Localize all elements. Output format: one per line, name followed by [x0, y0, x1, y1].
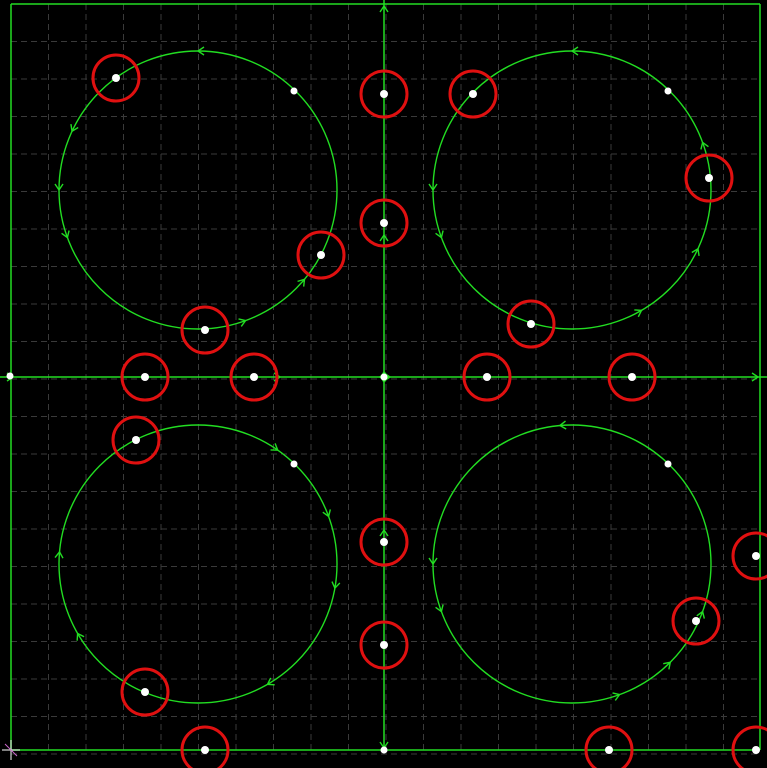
- node-point: [380, 219, 388, 227]
- node-point: [380, 641, 388, 649]
- node-point: [141, 688, 149, 696]
- node-point: [380, 746, 388, 754]
- node-point: [605, 746, 613, 754]
- node-point: [664, 460, 672, 468]
- node-point: [664, 87, 672, 95]
- node-point: [290, 87, 298, 95]
- node-point: [141, 373, 149, 381]
- node-point: [692, 617, 700, 625]
- node-point: [628, 373, 636, 381]
- cad-viewport[interactable]: [0, 0, 767, 768]
- node-point: [752, 746, 760, 754]
- node-point: [112, 74, 120, 82]
- node-point: [201, 326, 209, 334]
- node-point: [527, 320, 535, 328]
- node-point: [483, 373, 491, 381]
- node-point: [6, 372, 14, 380]
- node-point: [380, 538, 388, 546]
- node-point: [752, 552, 760, 560]
- node-point: [317, 251, 325, 259]
- node-point: [705, 174, 713, 182]
- node-point: [469, 90, 477, 98]
- drawing-canvas[interactable]: [0, 0, 767, 768]
- node-point: [132, 436, 140, 444]
- node-point: [380, 373, 388, 381]
- node-point: [290, 460, 298, 468]
- node-point: [201, 746, 209, 754]
- node-point: [380, 90, 388, 98]
- node-point: [250, 373, 258, 381]
